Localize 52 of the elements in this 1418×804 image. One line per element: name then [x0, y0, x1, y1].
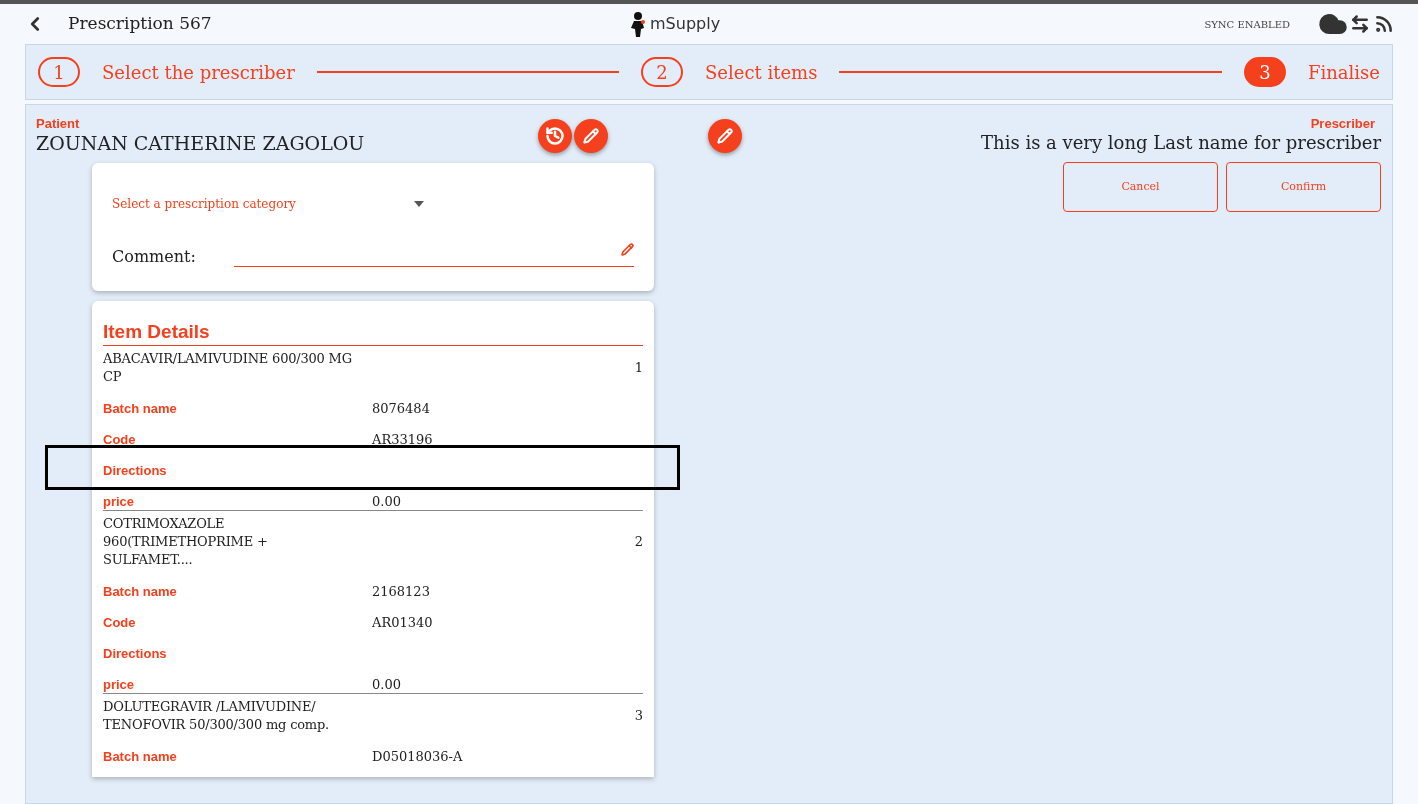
item-quantity: 1	[634, 359, 643, 378]
field-label: Code	[103, 615, 137, 630]
pencil-icon	[583, 128, 599, 144]
dropdown-caret-icon	[414, 201, 424, 207]
step-number: 2	[641, 57, 683, 87]
step-number: 1	[38, 57, 80, 87]
item-quantity: 2	[634, 533, 643, 552]
edit-prescriber-button[interactable]	[708, 119, 742, 153]
field-value: AR01340	[372, 615, 433, 630]
pencil-icon	[717, 128, 733, 144]
field-value: 8076484	[372, 401, 430, 416]
history-icon	[545, 126, 565, 146]
field-value: 0.00	[372, 494, 401, 509]
edit-patient-button[interactable]	[574, 119, 608, 153]
field-value: D05018036-A	[372, 749, 463, 764]
patient-name: ZOUNAN CATHERINE ZAGOLOU	[36, 131, 366, 155]
category-dropdown[interactable]: Select a prescription category	[112, 195, 424, 213]
field-label: Batch name	[103, 749, 178, 764]
field-label: Batch name	[103, 584, 178, 599]
rss-icon	[1374, 14, 1394, 34]
pencil-icon	[621, 243, 634, 256]
item-details-title: Item Details	[103, 319, 643, 346]
item-name: COTRIMOXAZOLE 960(TRIMETHOPRIME + SULFAMET....	[103, 515, 269, 569]
history-button[interactable]	[538, 119, 572, 153]
field-value: 2168123	[372, 584, 430, 599]
comment-label: Comment:	[112, 247, 197, 267]
field-label: Directions	[103, 646, 168, 661]
logo-text: mSupply	[650, 13, 721, 35]
field-label: price	[103, 494, 136, 509]
cancel-button[interactable]: Cancel	[1063, 162, 1218, 212]
step-label[interactable]: Select items	[705, 58, 818, 86]
step-label[interactable]: Select the prescriber	[102, 58, 295, 86]
page-title: Prescription 567	[68, 12, 213, 36]
prescriber-name: This is a very long Last name for prescriber	[981, 131, 1381, 155]
prescriber-label: Prescriber	[1310, 117, 1375, 131]
step-number: 3	[1244, 57, 1287, 87]
sync-icon	[1350, 14, 1370, 34]
confirm-button[interactable]: Confirm	[1226, 162, 1381, 212]
field-value: 0.00	[372, 677, 401, 692]
item-quantity: 3	[634, 707, 643, 726]
comment-field[interactable]	[234, 241, 634, 267]
step-label[interactable]: Finalise	[1308, 58, 1380, 86]
patient-label: Patient	[36, 117, 81, 131]
runner-logo-icon	[628, 11, 648, 37]
field-label: Code	[103, 432, 137, 447]
sync-status: SYNC ENABLED	[1204, 17, 1290, 32]
item-name: DOLUTEGRAVIR /LAMIVUDINE/ TENOFOVIR 50/300/300 mg comp.	[103, 698, 331, 734]
field-label: Batch name	[103, 401, 178, 416]
item-name: ABACAVIR/LAMIVUDINE 600/300 MG CP	[103, 350, 353, 386]
field-label: price	[103, 677, 136, 692]
field-value: AR33196	[372, 432, 433, 447]
field-label: Directions	[103, 463, 168, 478]
